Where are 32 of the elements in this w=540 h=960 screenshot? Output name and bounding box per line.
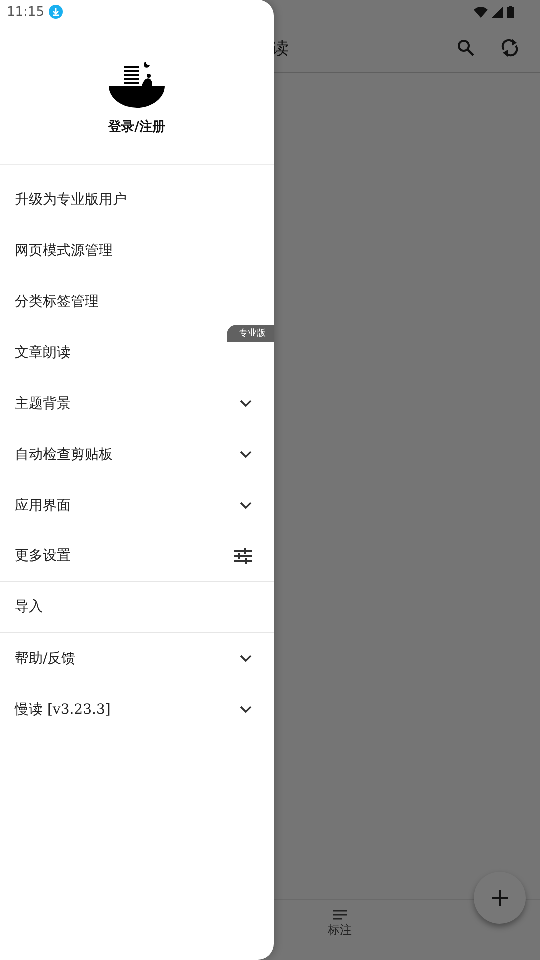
wifi-icon <box>474 6 488 18</box>
drawer-menu-item[interactable]: 主题背景 <box>0 378 274 429</box>
plus-icon <box>492 890 508 906</box>
status-time: 11:15 <box>7 4 44 20</box>
drawer-menu-item[interactable]: 应用界面 <box>0 480 274 531</box>
search-icon <box>457 39 475 57</box>
download-icon <box>49 5 64 19</box>
chevron-down-icon <box>240 654 252 662</box>
sliders-icon <box>234 548 252 564</box>
add-button[interactable] <box>474 872 526 924</box>
logo-drawing <box>109 60 165 108</box>
pro-badge: 专业版 <box>227 325 274 342</box>
drawer-menu-item[interactable]: 更多设置 <box>0 531 274 582</box>
toolbar-title: 读 <box>272 38 290 60</box>
drawer-menu-item[interactable]: 慢读 [v3.23.3] <box>0 684 274 735</box>
chevron-down-icon <box>240 706 252 714</box>
drawer-menu-item[interactable]: 导入 <box>0 582 274 633</box>
signal-icon <box>492 6 503 18</box>
drawer-menu-item[interactable]: 自动检查剪贴板 <box>0 429 274 480</box>
drawer-menu-item[interactable]: 升级为专业版用户 <box>0 174 274 225</box>
drawer-menu-item[interactable]: 文章朗读 专业版 <box>0 327 274 378</box>
chevron-down-icon <box>240 400 252 408</box>
bottom-nav-item[interactable]: 标注 <box>324 900 356 960</box>
lines-icon <box>333 910 347 920</box>
sync-icon <box>501 38 519 58</box>
drawer-menu-item[interactable]: 网页模式源管理 <box>0 225 274 276</box>
login-register-link[interactable]: 登录/注册 <box>108 118 166 136</box>
drawer-menu-item[interactable]: 帮助/反馈 <box>0 633 274 684</box>
battery-icon <box>507 6 514 18</box>
chevron-down-icon <box>240 450 252 458</box>
drawer-menu-item[interactable]: 分类标签管理 <box>0 276 274 327</box>
chevron-down-icon <box>240 502 252 510</box>
